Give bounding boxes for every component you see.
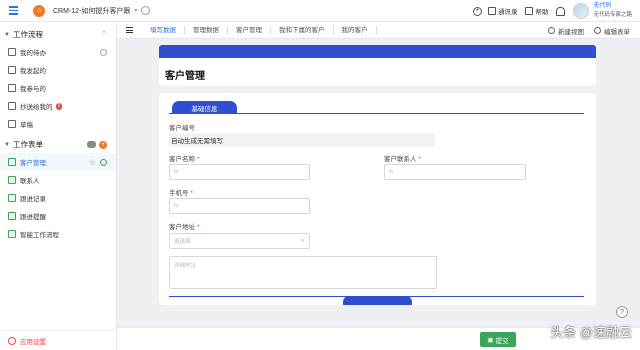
tab-manage-data[interactable]: 管理数据 [185,25,228,35]
watermark: 头条 @速融云 [550,325,632,340]
sidebar-item-followup-reminder[interactable]: 跟进提醒 [0,207,116,225]
avatar[interactable] [573,3,590,19]
form-title: 客户管理 [159,58,596,86]
help-icon [525,7,534,15]
help-icon[interactable]: ? [616,306,628,318]
customer-no-label: 客户编号 [169,125,195,132]
gear-icon[interactable] [100,158,107,166]
chevron-down-icon: ▾ [301,238,304,244]
help-button[interactable]: 帮助 [525,6,548,16]
user-subtitle: 无代码专家之路 [593,12,632,18]
form-body: 基础信息 客户编号 自动生成无需填写 客户名称 * fx. 客户联系人 * fx… [159,93,596,305]
sidebar-item-contacts[interactable]: 联系人 [0,171,116,189]
user-name: 无代码 [593,3,612,9]
sidebar-item-cc[interactable]: 抄送给我的 1 [0,97,116,115]
forms-section-header[interactable]: ▼ 工作表单 + [0,136,116,153]
form-icon [8,194,16,202]
participated-icon [8,84,16,92]
workflow-icon [8,230,16,238]
chevron-down-icon: ▼ [4,31,10,38]
bell-icon[interactable] [556,6,566,16]
menu-icon[interactable] [126,27,133,33]
manage-icon[interactable] [87,141,96,148]
save-icon: ▣ [487,336,494,344]
form-icon [8,158,16,166]
phone-input[interactable]: fx. [169,198,310,214]
form-icon [8,176,16,184]
add-circle-icon[interactable]: + [472,6,482,16]
submit-button[interactable]: ▣ 提交 [480,332,516,347]
tab-my-customers[interactable]: 我的客户 [334,25,377,35]
app-menu-icon[interactable] [9,3,25,19]
tab-customer-management[interactable]: 客户管理 [228,25,271,35]
address-select[interactable]: 请选择 ▾ [169,233,310,249]
sidebar: ▼ 工作流程 ⌃ 我的待办 我发起的 我参与的 抄送给我的 1 草稿 ▼ 工作表… [0,22,117,350]
sidebar-item-followup-records[interactable]: 跟进记录 [0,189,116,207]
contact-input[interactable]: fx. [384,164,526,180]
customer-no-field: 自动生成无需填写 [169,133,435,147]
form-banner [159,45,596,59]
new-view-button[interactable]: 新建视图 [548,26,584,36]
cc-icon [8,102,16,110]
address-book-button[interactable]: 通讯录 [487,6,517,16]
address-book-icon [487,7,496,15]
user-info[interactable]: 无代码 无代码专家之路 [593,2,632,20]
top-bar: ⌂ CRM-12-如何提升客户跟 ▾ + 通讯录 帮助 无代码 无代码专家之路 [0,0,640,22]
view-tabs: 填写数据 管理数据 客户管理 我和下属的客户 我的客户 新建视图 编辑表单 [117,22,640,39]
draft-icon [8,120,16,128]
workflow-section-header[interactable]: ▼ 工作流程 ⌃ [0,26,116,43]
count-badge: 1 [55,102,63,110]
edit-form-button[interactable]: 编辑表单 [594,26,630,36]
tab-fill-data[interactable]: 填写数据 [142,25,185,35]
todo-icon [8,48,16,56]
chevron-down-icon: ▼ [4,141,10,148]
phone-label: 手机号 * [169,190,193,197]
settings-icon [8,336,16,345]
sidebar-item-smart-workflow[interactable]: 智能工作流程 [0,225,116,243]
chevron-up-icon[interactable]: ⌃ [101,30,107,38]
initiated-icon [8,66,16,74]
add-form-icon[interactable]: + [99,141,107,149]
sidebar-item-drafts[interactable]: 草稿 [0,115,116,133]
address-detail-textarea[interactable]: 详细地址 [169,256,437,289]
address-label: 客户地址 * [169,224,200,231]
group-tab [343,296,412,305]
sidebar-item-participated[interactable]: 我参与的 [0,79,116,97]
contact-label: 客户联系人 * [384,156,421,163]
sidebar-item-initiated[interactable]: 我发起的 [0,61,116,79]
app-settings-button[interactable]: 应用设置 [0,330,116,350]
gear-icon[interactable] [100,48,107,56]
form-icon [8,212,16,220]
group-divider [169,113,584,114]
home-icon[interactable]: ⌂ [33,4,45,17]
clock-icon[interactable] [141,6,151,15]
sidebar-item-todo[interactable]: 我的待办 [0,43,116,61]
customer-name-input[interactable]: fx. [169,164,310,180]
sidebar-item-customer-management[interactable]: 客户管理 ☆ [0,153,116,171]
chevron-down-icon[interactable]: ▾ [134,7,137,14]
customer-name-label: 客户名称 * [169,156,200,163]
edit-icon [594,27,601,34]
star-icon[interactable]: ☆ [89,158,96,167]
tab-my-team-customers[interactable]: 我和下属的客户 [271,25,334,35]
add-icon [548,27,555,34]
app-title[interactable]: CRM-12-如何提升客户跟 [53,6,130,16]
